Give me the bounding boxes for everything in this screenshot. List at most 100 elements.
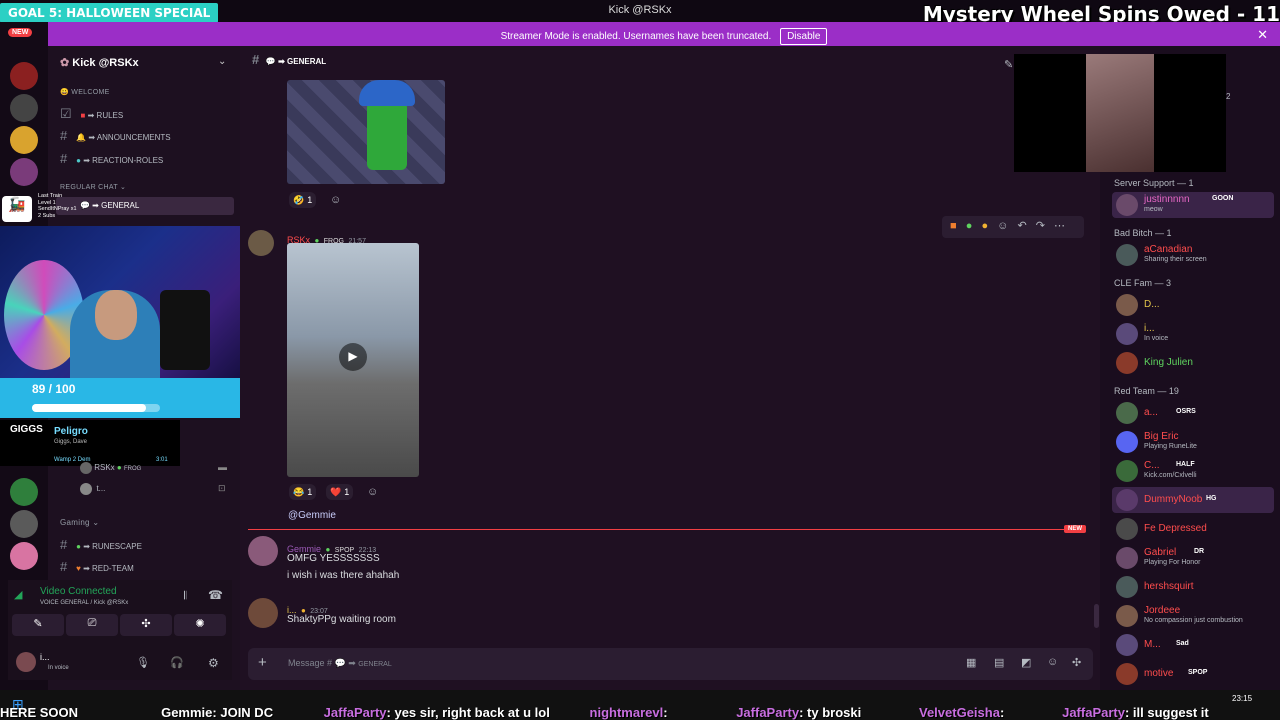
channel-red-team[interactable]: # ♥ ➡ RED-TEAM <box>60 559 134 574</box>
member-row[interactable]: hershsquirt <box>1112 574 1274 600</box>
member-row[interactable]: D... <box>1112 292 1274 318</box>
member-row[interactable]: i... In voice <box>1112 321 1274 347</box>
member-row[interactable]: C... HALF Kick.com/Cxlvelli <box>1112 458 1274 484</box>
train-icon: 🚂 <box>2 196 32 222</box>
forward-icon[interactable]: ↷ <box>1036 220 1045 232</box>
channel-header-name: GENERAL <box>287 57 327 66</box>
reaction-quick-icon[interactable]: ● <box>981 220 988 232</box>
gear-icon[interactable]: ⚙ <box>208 656 219 670</box>
pin-icon[interactable]: ✎ <box>1004 58 1013 71</box>
member-group-header: Red Team — 19 <box>1114 386 1179 396</box>
progress-text: 89 / 100 <box>32 382 76 396</box>
member-row[interactable]: Big Eric Playing RuneLite <box>1112 429 1274 455</box>
member-row[interactable]: Gabriel DR Playing For Honor <box>1112 545 1274 571</box>
member-row[interactable]: motive SPOP <box>1112 661 1274 687</box>
avatar[interactable] <box>248 230 274 256</box>
mention-text[interactable]: @Gemmie <box>288 510 336 521</box>
add-reaction-icon[interactable]: ☺ <box>997 220 1008 232</box>
play-icon[interactable]: ▶ <box>339 343 367 371</box>
headphones-icon[interactable]: 🎧 <box>170 656 184 669</box>
reaction-count: 1 <box>307 487 313 497</box>
reaction-pill[interactable]: 😂 1 <box>289 484 317 500</box>
server-icon[interactable] <box>10 542 38 570</box>
stream-icon: ⊡ <box>218 483 226 493</box>
frog-icon: ● <box>116 463 122 473</box>
reaction-quick-icon[interactable]: ● <box>966 220 973 232</box>
avatar[interactable] <box>248 536 278 566</box>
member-row[interactable]: justinnnnn GOON meow <box>1112 192 1274 218</box>
reaction-emoji: 😂 <box>293 486 305 497</box>
reaction-quick-icon[interactable]: ■ <box>950 220 957 232</box>
sticker-icon[interactable]: ◩ <box>1021 656 1031 669</box>
member-name: DummyNoob <box>1144 494 1203 505</box>
user-avatar[interactable] <box>16 652 36 672</box>
soundboard-icon[interactable]: 𝄃 <box>184 590 186 603</box>
server-icon[interactable] <box>10 478 38 506</box>
gif-icon[interactable]: ▤ <box>994 656 1004 669</box>
apps-icon[interactable]: ✣ <box>1072 656 1081 669</box>
avatar <box>1116 194 1138 216</box>
giggs-logo: GIGGS <box>10 424 43 435</box>
add-reaction-icon[interactable]: ☺ <box>367 486 378 498</box>
banner-close-icon[interactable]: ✕ <box>1257 27 1268 43</box>
member-row[interactable]: King Julien <box>1112 350 1274 376</box>
category-label: WELCOME <box>71 89 110 96</box>
chat-scrollbar[interactable] <box>1094 604 1099 628</box>
screenshare-button[interactable]: ⎚ <box>66 614 118 636</box>
member-row[interactable]: Fe Depressed <box>1112 516 1274 542</box>
disable-button[interactable]: Disable <box>780 28 828 45</box>
add-reaction-icon[interactable]: ☺ <box>330 194 341 206</box>
server-icon[interactable] <box>10 126 38 154</box>
member-row[interactable]: M... Sad <box>1112 632 1274 658</box>
popout-video[interactable] <box>1014 54 1226 172</box>
avatar <box>1116 431 1138 453</box>
gift-icon[interactable]: ▦ <box>966 656 976 669</box>
avatar[interactable] <box>248 598 278 628</box>
channel-announcements[interactable]: # 🔔 ➡ ANNOUNCEMENTS <box>60 128 171 143</box>
soundboard-button[interactable]: ✺ <box>174 614 226 636</box>
camera-off-button[interactable]: ✎ <box>12 614 64 636</box>
mic-icon[interactable]: 🎙 <box>136 656 150 669</box>
avatar <box>1116 294 1138 316</box>
server-icon[interactable] <box>10 158 38 186</box>
reply-icon[interactable]: ↶ <box>1017 220 1026 232</box>
channel-general[interactable]: 💬 ➡ GENERAL <box>80 201 139 210</box>
channel-rules[interactable]: ☑ ■ ➡ RULES <box>60 106 123 122</box>
disconnect-icon[interactable]: ☎ <box>208 588 223 602</box>
channel-runescape[interactable]: # ● ➡ RUNESCAPE <box>60 537 142 552</box>
member-row[interactable]: DummyNoob HG <box>1112 487 1274 513</box>
server-icon[interactable] <box>10 94 38 122</box>
server-name[interactable]: ✿ Kick @RSKx <box>60 56 139 69</box>
avatar <box>1116 605 1138 627</box>
category-gaming[interactable]: Gaming ⌄ <box>60 518 99 527</box>
message-image[interactable] <box>287 80 445 184</box>
emoji-icon[interactable]: ☺ <box>1047 656 1058 668</box>
chevron-down-icon[interactable]: ⌄ <box>218 56 226 67</box>
avatar <box>80 462 92 474</box>
message-input[interactable]: + Message # 💬 ➡ GENERAL ▦ ▤ ◩ ☺ ✣ <box>248 648 1093 680</box>
member-row[interactable]: aCanadian Sharing their screen <box>1112 242 1274 268</box>
category-label: Gaming <box>60 518 90 527</box>
activities-button[interactable]: ✣ <box>120 614 172 636</box>
streamer-mode-banner: Streamer Mode is enabled. Usernames have… <box>48 22 1280 46</box>
member-row[interactable]: Jordeee No compassion just combustion <box>1112 603 1274 629</box>
channel-label: REACTION-ROLES <box>92 156 164 165</box>
channel-reaction-roles[interactable]: # ● ➡ REACTION-ROLES <box>60 151 163 166</box>
server-icon[interactable] <box>10 510 38 538</box>
voice-user-tag: FROG <box>124 466 142 473</box>
voice-user[interactable]: t... <box>80 483 105 495</box>
attach-icon[interactable]: + <box>258 654 267 671</box>
reaction-pill[interactable]: 🤣 1 <box>289 192 317 208</box>
user-name: i... <box>40 652 50 662</box>
more-icon[interactable]: ⋯ <box>1054 220 1065 232</box>
channel-label: ANNOUNCEMENTS <box>96 133 171 142</box>
category-welcome[interactable]: 😀 WELCOME <box>60 88 110 96</box>
member-tag: Sad <box>1176 640 1189 647</box>
voice-user[interactable]: RSKx ● FROG <box>80 462 141 474</box>
member-tag: GOON <box>1212 195 1234 202</box>
member-row[interactable]: a... OSRS <box>1112 400 1274 426</box>
server-icon[interactable] <box>10 62 38 90</box>
message-video[interactable]: ▶ <box>287 243 419 477</box>
category-regular-chat[interactable]: REGULAR CHAT ⌄ <box>60 183 126 191</box>
reaction-pill[interactable]: ❤️ 1 <box>326 484 354 500</box>
